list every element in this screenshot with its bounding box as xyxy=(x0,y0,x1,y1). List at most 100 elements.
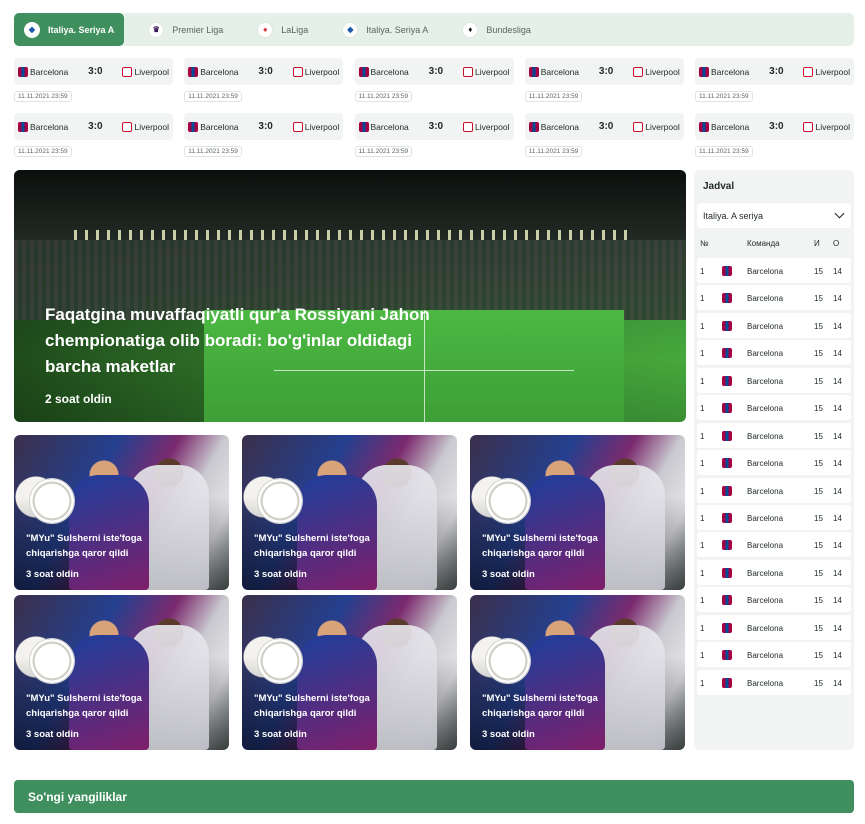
row-team: Barcelona xyxy=(747,678,784,688)
match-card[interactable]: Barcelona 3:0 Liverpool 11.11.2021 23:59 xyxy=(524,58,684,102)
tab-label: LaLiga xyxy=(281,24,309,35)
row-points: 14 xyxy=(833,513,842,523)
table-row[interactable]: 1 Barcelona 15 14 xyxy=(697,614,851,640)
table-row[interactable]: 1 Barcelona 15 14 xyxy=(697,642,851,668)
match-date: 11.11.2021 23:59 xyxy=(524,91,583,102)
match-card[interactable]: Barcelona 3:0 Liverpool 11.11.2021 23:59 xyxy=(695,113,854,157)
match-card[interactable]: Barcelona 3:0 Liverpool 11.11.2021 23:59 xyxy=(354,113,514,157)
row-team: Barcelona xyxy=(747,294,784,304)
table-row[interactable]: 1 Barcelona 15 14 xyxy=(697,367,851,393)
table-row[interactable]: 1 Barcelona 15 14 xyxy=(697,395,851,421)
news-card[interactable]: "MYu" Sulsherni iste'foga chiqarishga qa… xyxy=(470,595,685,750)
match-card[interactable]: Barcelona 3:0 Liverpool 11.11.2021 23:59 xyxy=(524,113,684,157)
row-points: 14 xyxy=(833,596,842,606)
score: 3:0 xyxy=(598,121,614,132)
barcelona-crest-icon xyxy=(18,66,28,77)
liverpool-crest-icon xyxy=(462,121,473,132)
away-team: Liverpool xyxy=(645,66,680,77)
score: 3:0 xyxy=(258,121,273,132)
row-games: 15 xyxy=(814,404,823,414)
match-card[interactable]: Barcelona 3:0 Liverpool 11.11.2021 23:59 xyxy=(354,58,514,102)
row-points: 14 xyxy=(833,404,842,414)
barcelona-crest-icon xyxy=(699,121,709,132)
liverpool-crest-icon xyxy=(292,66,303,77)
row-team: Barcelona xyxy=(747,513,784,523)
row-num: 1 xyxy=(700,596,705,606)
table-row[interactable]: 1 Barcelona 15 14 xyxy=(697,258,851,283)
row-num: 1 xyxy=(700,486,705,496)
match-date: 11.11.2021 23:59 xyxy=(184,146,242,157)
row-num: 1 xyxy=(700,678,705,688)
row-num: 1 xyxy=(700,431,705,441)
league-select[interactable]: Italiya. A seriya xyxy=(697,203,851,228)
match-card[interactable]: Barcelona 3:0 Liverpool 11.11.2021 23:59 xyxy=(184,58,344,102)
row-games: 15 xyxy=(814,486,823,496)
match-score-box: Barcelona 3:0 Liverpool xyxy=(524,58,684,85)
match-card[interactable]: Barcelona 3:0 Liverpool 11.11.2021 23:59 xyxy=(184,113,344,157)
match-card[interactable]: Barcelona 3:0 Liverpool 11.11.2021 23:59 xyxy=(14,58,173,102)
news-card[interactable]: "MYu" Sulsherni iste'foga chiqarishga qa… xyxy=(14,435,229,590)
away-team: Liverpool xyxy=(815,66,850,77)
barcelona-crest-icon xyxy=(722,320,732,331)
row-team: Barcelona xyxy=(747,459,784,469)
table-row[interactable]: 1 Barcelona 15 14 xyxy=(697,587,851,613)
chevron-down-icon xyxy=(834,208,845,219)
col-points: О xyxy=(833,239,840,248)
score: 3:0 xyxy=(769,66,784,77)
tab-league-2[interactable]: ● LaLiga xyxy=(247,13,318,46)
row-num: 1 xyxy=(700,459,705,469)
row-num: 1 xyxy=(700,623,705,633)
ball-image xyxy=(486,479,530,523)
ball-image xyxy=(486,639,530,683)
row-team: Barcelona xyxy=(747,349,784,359)
news-time: 3 soat oldin xyxy=(482,569,535,580)
news-card[interactable]: "MYu" Sulsherni iste'foga chiqarishga qa… xyxy=(470,435,685,590)
standings-title: Jadval xyxy=(703,181,735,192)
liverpool-crest-icon xyxy=(122,66,133,77)
table-row[interactable]: 1 Barcelona 15 14 xyxy=(697,422,851,448)
latest-news-bar[interactable]: So'ngi yangiliklar xyxy=(14,780,854,813)
score: 3:0 xyxy=(258,66,273,77)
row-team: Barcelona xyxy=(747,404,784,414)
table-row[interactable]: 1 Barcelona 15 14 xyxy=(697,532,851,558)
table-row[interactable]: 1 Barcelona 15 14 xyxy=(697,285,851,311)
news-card[interactable]: "MYu" Sulsherni iste'foga chiqarishga qa… xyxy=(242,435,457,590)
liverpool-crest-icon xyxy=(803,66,814,77)
row-games: 15 xyxy=(814,349,823,359)
news-card[interactable]: "MYu" Sulsherni iste'foga chiqarishga qa… xyxy=(14,595,229,750)
table-row[interactable]: 1 Barcelona 15 14 xyxy=(697,559,851,585)
table-row[interactable]: 1 Barcelona 15 14 xyxy=(697,477,851,503)
home-team: Barcelona xyxy=(711,66,750,77)
row-num: 1 xyxy=(700,568,705,578)
seria-a-logo-icon: ◆ xyxy=(24,21,40,38)
col-games: И xyxy=(814,239,820,248)
barcelona-crest-icon xyxy=(722,622,732,633)
tab-league-4[interactable]: ♦ Bundesliga xyxy=(452,13,541,46)
table-row[interactable]: 1 Barcelona 15 14 xyxy=(697,312,851,338)
row-num: 1 xyxy=(700,404,705,414)
ball-image xyxy=(30,639,74,683)
tab-league-3[interactable]: ◆ Italiya. Seriya A xyxy=(332,13,438,46)
news-title: "MYu" Sulsherni iste'foga chiqarishga qa… xyxy=(482,693,598,719)
match-score-box: Barcelona 3:0 Liverpool xyxy=(184,113,344,140)
row-team: Barcelona xyxy=(747,623,784,633)
match-card[interactable]: Barcelona 3:0 Liverpool 11.11.2021 23:59 xyxy=(695,58,854,102)
tab-label: Bundesliga xyxy=(486,24,531,35)
match-card[interactable]: Barcelona 3:0 Liverpool 11.11.2021 23:59 xyxy=(14,113,173,157)
laliga-logo-icon: ● xyxy=(257,21,274,38)
table-row[interactable]: 1 Barcelona 15 14 xyxy=(697,450,851,476)
standings-panel: Jadval Italiya. A seriya № Команда И О 1… xyxy=(694,170,854,750)
barcelona-crest-icon xyxy=(722,375,732,386)
ball-image xyxy=(258,639,302,683)
table-row[interactable]: 1 Barcelona 15 14 xyxy=(697,669,851,695)
tab-league-0[interactable]: ◆ Italiya. Seriya A xyxy=(14,13,125,46)
news-card[interactable]: "MYu" Sulsherni iste'foga chiqarishga qa… xyxy=(242,595,457,750)
tab-league-1[interactable]: ♛ Premier Liga xyxy=(138,13,233,46)
premier-league-logo-icon: ♛ xyxy=(148,21,165,38)
table-row[interactable]: 1 Barcelona 15 14 xyxy=(697,504,851,530)
away-team: Liverpool xyxy=(645,121,680,132)
row-num: 1 xyxy=(700,513,705,523)
table-row[interactable]: 1 Barcelona 15 14 xyxy=(697,340,851,366)
hero-article[interactable]: Faqatgina muvaffaqiyatli qur'a Rossiyani… xyxy=(14,170,686,422)
home-team: Barcelona xyxy=(540,66,580,77)
